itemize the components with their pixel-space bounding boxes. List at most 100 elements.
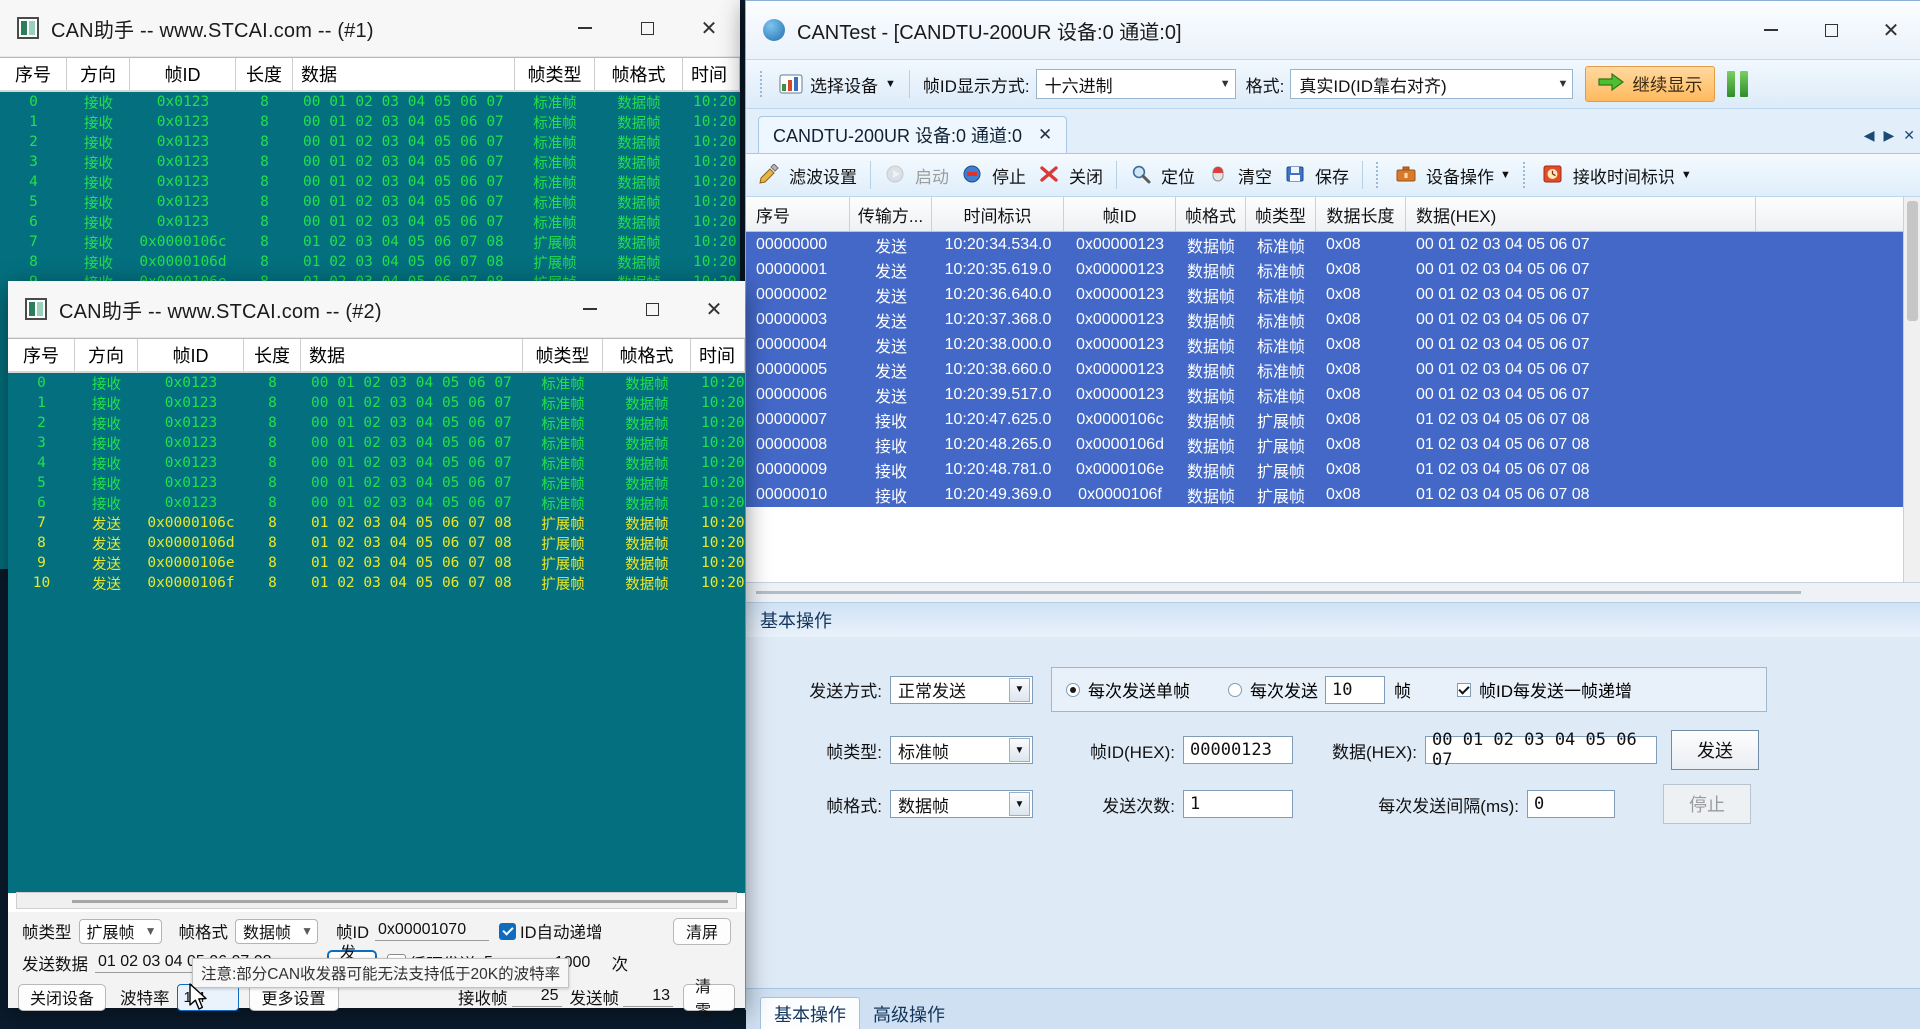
window-2-grid-rows[interactable]: 0 接收 0x0123 8 00 01 02 03 04 05 06 07 标准帧 数据帧 1… [8, 373, 745, 893]
frame-id-increment-checkbox[interactable] [1457, 682, 1471, 697]
cantest-toolbar[interactable]: 选择设备 ▼ 帧ID显示方式: 十六进制 ▼ 格式: 真实ID(ID靠右对齐) … [746, 60, 1920, 109]
send-button[interactable]: 发送 [1671, 730, 1759, 770]
col-datalen[interactable]: 数据长度 [1316, 197, 1406, 231]
stop-button[interactable]: 停止 [1663, 784, 1751, 824]
frame-id-mode-select[interactable]: 十六进制 ▼ [1035, 69, 1236, 99]
tab-nav[interactable]: ◀ ▶ ✕ [1864, 127, 1915, 144]
tab-next-icon[interactable]: ▶ [1883, 127, 1894, 144]
minimize-button-2[interactable] [559, 281, 621, 337]
send-interval-input[interactable]: 0 [1527, 790, 1615, 818]
col-time[interactable]: 时间 [683, 58, 740, 90]
col-time[interactable]: 时间 [691, 339, 745, 371]
maximize-button-1[interactable] [616, 0, 678, 56]
table-row[interactable]: 3 接收 0x0123 8 00 01 02 03 04 05 06 07 标准帧 数据帧 1… [8, 433, 745, 453]
close-device-button[interactable]: 关闭设备 [18, 983, 106, 1011]
cantest-window[interactable]: CANTest - [CANDTU-200UR 设备:0 通道:0] ✕ 选择设… [745, 0, 1920, 1029]
window-2-hscrollbar[interactable] [16, 892, 737, 909]
table-row[interactable]: 00000002 发送 10:20:36.640.0 0x00000123 数据帧 标准帧… [746, 282, 1920, 307]
window-2-titlebar[interactable]: CAN助手 -- www.STCAI.com -- (#2) ✕ [8, 281, 745, 338]
table-row[interactable]: 00000000 发送 10:20:34.534.0 0x00000123 数据帧 标准帧… [746, 232, 1920, 257]
clear-counters-button[interactable]: 清零 [683, 979, 735, 1020]
action-filter[interactable]: 滤波设置 [752, 163, 863, 188]
col-ftype[interactable]: 帧类型 [523, 339, 603, 371]
tab-advanced-operation[interactable]: 高级操作 [860, 998, 958, 1029]
col-datahex[interactable]: 数据(HEX) [1406, 197, 1756, 231]
table-row[interactable]: 0 接收 0x0123 8 00 01 02 03 04 05 06 07 标准帧 数据帧 1… [0, 92, 740, 112]
window-1-titlebar[interactable]: CAN助手 -- www.STCAI.com -- (#1) ✕ [0, 0, 740, 57]
multi-frame-count-input[interactable]: 10 [1325, 675, 1385, 704]
table-row[interactable]: 9 发送 0x0000106e 8 01 02 03 04 05 06 07 08 扩展帧… [8, 553, 745, 573]
col-frameid[interactable]: 帧ID [1064, 197, 1176, 231]
can-assistant-window-2[interactable]: CAN助手 -- www.STCAI.com -- (#2) ✕ 序号 方向 帧… [8, 281, 745, 1020]
cantest-grid[interactable]: 序号 传输方... 时间标识 帧ID 帧格式 帧类型 数据长度 数据(HEX) … [746, 197, 1920, 582]
format-select[interactable]: 真实ID(ID靠右对齐) ▼ [1290, 69, 1574, 99]
table-row[interactable]: 00000009 接收 10:20:48.781.0 0x0000106e 数据帧 扩展帧… [746, 457, 1920, 482]
table-row[interactable]: 00000005 发送 10:20:38.660.0 0x00000123 数据帧 标准帧… [746, 357, 1920, 382]
select-device-button[interactable]: 选择设备 ▼ [773, 72, 902, 97]
col-ftype[interactable]: 帧类型 [1246, 197, 1316, 231]
col-seq[interactable]: 序号 [8, 339, 75, 371]
table-row[interactable]: 00000007 接收 10:20:47.625.0 0x0000106c 数据帧 扩展帧… [746, 407, 1920, 432]
col-time[interactable]: 时间标识 [932, 197, 1064, 231]
col-ftype[interactable]: 帧类型 [515, 58, 595, 90]
col-seq[interactable]: 序号 [746, 197, 850, 231]
tab-close-all-icon[interactable]: ✕ [1903, 127, 1915, 144]
data-hex-input[interactable]: 00 01 02 03 04 05 06 07 [1425, 730, 1657, 770]
table-row[interactable]: 3 接收 0x0123 8 00 01 02 03 04 05 06 07 标准帧 数据帧 1… [0, 152, 740, 172]
table-row[interactable]: 10 发送 0x0000106f 8 01 02 03 04 05 06 07 08 扩展… [8, 573, 745, 593]
cantest-maximize-button[interactable] [1801, 1, 1861, 59]
frame-type-select[interactable]: 扩展帧 ▼ [78, 918, 162, 944]
frame-format-select[interactable]: 数据帧 ▼ [235, 918, 318, 944]
table-row[interactable]: 6 接收 0x0123 8 00 01 02 03 04 05 06 07 标准帧 数据帧 1… [8, 493, 745, 513]
table-row[interactable]: 1 接收 0x0123 8 00 01 02 03 04 05 06 07 标准帧 数据帧 1… [0, 112, 740, 132]
cantest-minimize-button[interactable] [1741, 1, 1801, 59]
table-row[interactable]: 2 接收 0x0123 8 00 01 02 03 04 05 06 07 标准帧 数据帧 1… [8, 413, 745, 433]
table-row[interactable]: 00000010 接收 10:20:49.369.0 0x0000106f 数据帧 扩展帧… [746, 482, 1920, 507]
close-button-1[interactable]: ✕ [678, 0, 740, 56]
col-seq[interactable]: 序号 [0, 58, 67, 90]
frame-id-hex-input[interactable]: 00000123 [1183, 736, 1293, 764]
table-row[interactable]: 1 接收 0x0123 8 00 01 02 03 04 05 06 07 标准帧 数据帧 1… [8, 393, 745, 413]
col-len[interactable]: 长度 [236, 58, 293, 90]
continue-display-button[interactable]: 继续显示 [1585, 66, 1716, 102]
table-row[interactable]: 6 接收 0x0123 8 00 01 02 03 04 05 06 07 标准帧 数据帧 1… [0, 212, 740, 232]
cantest-grid-vscrollbar[interactable] [1903, 197, 1920, 582]
table-row[interactable]: 00000006 发送 10:20:39.517.0 0x00000123 数据帧 标准帧… [746, 382, 1920, 407]
multi-frame-radio[interactable] [1228, 682, 1242, 697]
col-data[interactable]: 数据 [293, 58, 515, 90]
table-row[interactable]: 0 接收 0x0123 8 00 01 02 03 04 05 06 07 标准帧 数据帧 1… [8, 373, 745, 393]
cantest-grid-hscrollbar[interactable] [746, 582, 1920, 602]
action-stop[interactable]: 停止 [955, 163, 1032, 188]
cantest-grid-rows[interactable]: 00000000 发送 10:20:34.534.0 0x00000123 数据帧 标准帧… [746, 232, 1920, 507]
cantest-bottom-tabs[interactable]: 基本操作 高级操作 [746, 988, 1920, 1029]
frame-type-select[interactable]: 标准帧 ▼ [890, 736, 1033, 764]
vscroll-thumb[interactable] [1907, 201, 1918, 321]
col-frameid[interactable]: 帧ID [138, 339, 244, 371]
col-dir[interactable]: 传输方... [850, 197, 932, 231]
close-button-2[interactable]: ✕ [683, 281, 745, 337]
table-row[interactable]: 4 接收 0x0123 8 00 01 02 03 04 05 06 07 标准帧 数据帧 1… [0, 172, 740, 192]
action-clear[interactable]: 清空 [1201, 163, 1278, 188]
cantest-close-button[interactable]: ✕ [1861, 1, 1920, 59]
maximize-button-2[interactable] [621, 281, 683, 337]
table-row[interactable]: 00000004 发送 10:20:38.000.0 0x00000123 数据帧 标准帧… [746, 332, 1920, 357]
frame-id-input[interactable]: 0x00001070 [375, 921, 489, 941]
pause-bars-icon[interactable] [1727, 71, 1749, 97]
table-row[interactable]: 5 接收 0x0123 8 00 01 02 03 04 05 06 07 标准帧 数据帧 1… [8, 473, 745, 493]
id-auto-increment-checkbox[interactable] [499, 922, 516, 940]
table-row[interactable]: 8 接收 0x0000106d 8 01 02 03 04 05 06 07 08 扩展帧… [0, 252, 740, 272]
col-fformat[interactable]: 帧格式 [603, 339, 691, 371]
col-frameid[interactable]: 帧ID [130, 58, 236, 90]
minimize-button-1[interactable] [554, 0, 616, 56]
action-close-x[interactable]: 关闭 [1032, 163, 1109, 188]
action-save[interactable]: 保存 [1278, 163, 1355, 188]
col-data[interactable]: 数据 [301, 339, 523, 371]
table-row[interactable]: 00000008 接收 10:20:48.265.0 0x0000106d 数据帧 扩展帧… [746, 432, 1920, 457]
col-fformat[interactable]: 帧格式 [1176, 197, 1246, 231]
table-row[interactable]: 7 发送 0x0000106c 8 01 02 03 04 05 06 07 08 扩展帧… [8, 513, 745, 533]
col-dir[interactable]: 方向 [67, 58, 130, 90]
col-fformat[interactable]: 帧格式 [595, 58, 683, 90]
action-clock[interactable]: 接收时间标识 ▼ [1536, 163, 1698, 188]
frame-format-select[interactable]: 数据帧 ▼ [890, 790, 1033, 818]
clear-screen-button[interactable]: 清屏 [673, 917, 731, 945]
